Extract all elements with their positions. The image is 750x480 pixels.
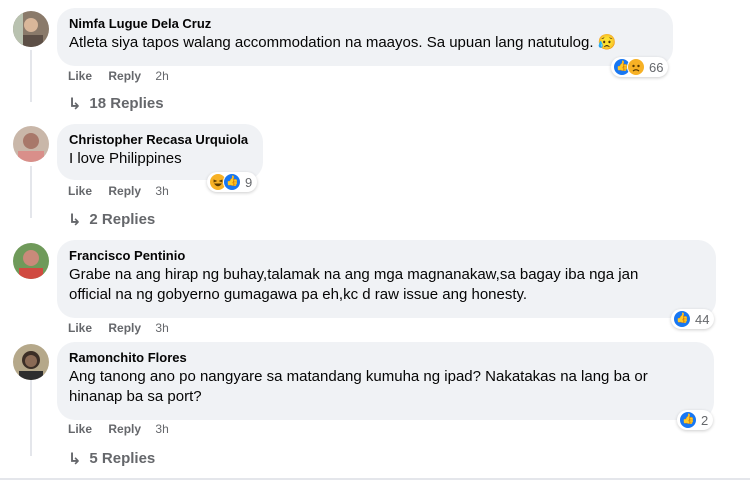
comment-timestamp[interactable]: 2h (155, 69, 168, 83)
like-button[interactable]: Like (68, 69, 92, 83)
comment-text: Grabe na ang hirap ng buhay,talamak na a… (69, 265, 704, 305)
reaction-count: 66 (649, 59, 664, 75)
reply-button[interactable]: Reply (108, 184, 141, 198)
comment-author[interactable]: Ramonchito Flores (69, 349, 702, 366)
comment-text: I love Philippines (69, 150, 182, 167)
avatar[interactable] (13, 11, 49, 47)
comment-timestamp[interactable]: 3h (155, 321, 168, 335)
like-icon (223, 173, 241, 191)
comment-timestamp[interactable]: 3h (155, 184, 168, 198)
reply-arrow-icon: ↳ (68, 210, 82, 229)
reaction-count: 2 (701, 412, 709, 428)
comment-author[interactable]: Francisco Pentinio (69, 247, 704, 264)
comment-author[interactable]: Christopher Recasa Urquiola (69, 131, 251, 148)
comment-text: Ang tanong ano po nangyare sa matandang … (69, 367, 702, 407)
reaction-summary[interactable]: 2 (677, 410, 714, 430)
like-icon (679, 411, 697, 429)
comment-author[interactable]: Nimfa Lugue Dela Cruz (69, 15, 661, 32)
avatar[interactable] (13, 243, 49, 279)
reaction-summary[interactable]: 66 (611, 57, 669, 77)
view-replies-button[interactable]: ↳ 2 Replies (68, 210, 155, 229)
like-button[interactable]: Like (68, 321, 92, 335)
thread-line (30, 166, 32, 218)
comment-text-line: Ang tanong ano po nangyare sa matandang … (69, 368, 648, 385)
reaction-summary[interactable]: 44 (671, 309, 715, 329)
reaction-summary[interactable]: 9 (207, 172, 258, 192)
like-button[interactable]: Like (68, 422, 92, 436)
comment-text-line: hinanap ba sa port? (69, 388, 202, 405)
avatar[interactable] (13, 344, 49, 380)
comment-actions: Like Reply 3h (68, 184, 182, 198)
comment-text-line: Grabe na ang hirap ng buhay,talamak na a… (69, 266, 639, 283)
view-replies-button[interactable]: ↳ 18 Replies (68, 94, 164, 113)
like-icon (673, 310, 691, 328)
comment-text: Atleta siya tapos walang accommodation n… (69, 34, 617, 51)
comment-actions: Like Reply 3h (68, 422, 182, 436)
reply-arrow-icon: ↳ (68, 94, 82, 113)
comment-actions: Like Reply 2h (68, 69, 182, 83)
replies-label: 2 Replies (89, 211, 156, 228)
comment-bubble: Francisco Pentinio Grabe na ang hirap ng… (57, 240, 716, 318)
comment-bubble: Ramonchito Flores Ang tanong ano po nang… (57, 342, 714, 420)
reply-button[interactable]: Reply (108, 69, 141, 83)
view-replies-button[interactable]: ↳ 5 Replies (68, 449, 155, 468)
reaction-count: 44 (695, 311, 710, 327)
comment-actions: Like Reply 3h (68, 321, 182, 335)
reaction-count: 9 (245, 174, 253, 190)
reply-arrow-icon: ↳ (68, 449, 82, 468)
replies-label: 18 Replies (89, 95, 164, 112)
comment-text-line: official na ng gobyerno gumagawa pa eh,k… (69, 286, 528, 303)
comment-timestamp[interactable]: 3h (155, 422, 168, 436)
replies-label: 5 Replies (89, 450, 156, 467)
reply-button[interactable]: Reply (108, 422, 141, 436)
sad-icon (627, 58, 645, 76)
thread-line (30, 380, 32, 456)
thread-line (30, 50, 32, 102)
comment-bubble: Nimfa Lugue Dela Cruz Atleta siya tapos … (57, 8, 673, 66)
reply-button[interactable]: Reply (108, 321, 141, 335)
avatar[interactable] (13, 126, 49, 162)
like-button[interactable]: Like (68, 184, 92, 198)
